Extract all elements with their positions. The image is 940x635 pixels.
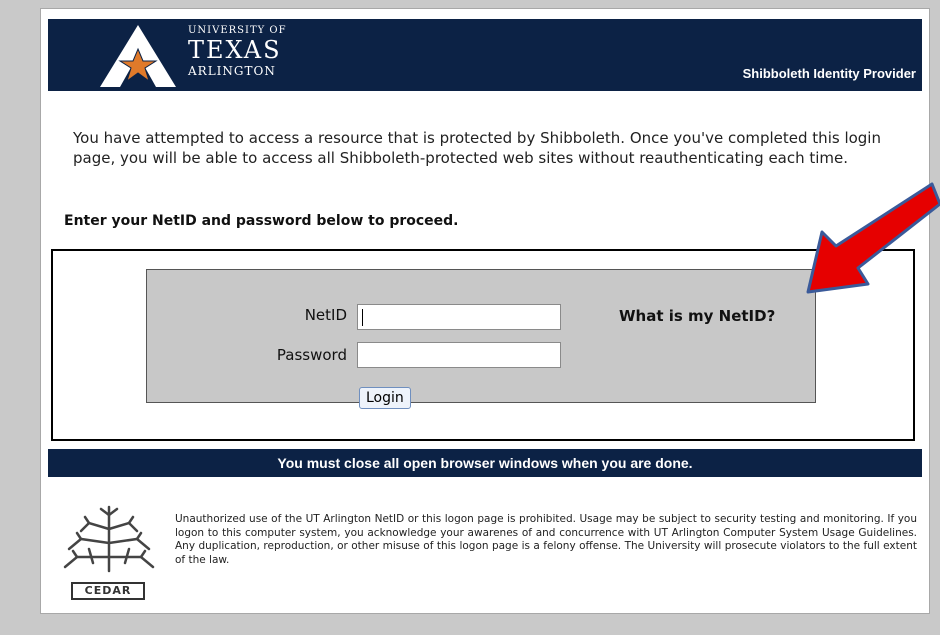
password-label: Password	[276, 346, 347, 364]
login-form: NetID What is my NetID? Password Login	[146, 269, 816, 409]
password-input[interactable]	[357, 342, 561, 368]
what-is-netid-link[interactable]: What is my NetID?	[619, 307, 775, 325]
uta-logo-icon	[100, 25, 176, 87]
site-header: UNIVERSITY OF TEXAS ARLINGTON Shibboleth…	[48, 19, 922, 91]
identity-provider-label: Shibboleth Identity Provider	[742, 66, 916, 81]
login-button[interactable]: Login	[359, 387, 411, 409]
enter-prompt: Enter your NetID and password below to p…	[64, 213, 459, 229]
cedar-logo-label: CEDAR	[71, 582, 145, 600]
netid-input[interactable]	[357, 304, 561, 330]
intro-text: You have attempted to access a resource …	[73, 129, 881, 167]
netid-label: NetID	[304, 306, 347, 324]
red-arrow-icon	[806, 182, 940, 294]
text-caret	[362, 309, 363, 326]
login-page: UNIVERSITY OF TEXAS ARLINGTON Shibboleth…	[40, 8, 930, 614]
wordmark-line2: TEXAS	[188, 36, 282, 64]
wordmark-line1: UNIVERSITY OF	[188, 25, 287, 36]
close-browser-notice: You must close all open browser windows …	[48, 449, 922, 477]
legal-notice: Unauthorized use of the UT Arlington Net…	[175, 513, 917, 566]
university-wordmark: UNIVERSITY OF TEXAS ARLINGTON	[188, 25, 287, 78]
login-box: NetID What is my NetID? Password Login	[51, 249, 915, 441]
wordmark-line3: ARLINGTON	[188, 64, 276, 78]
